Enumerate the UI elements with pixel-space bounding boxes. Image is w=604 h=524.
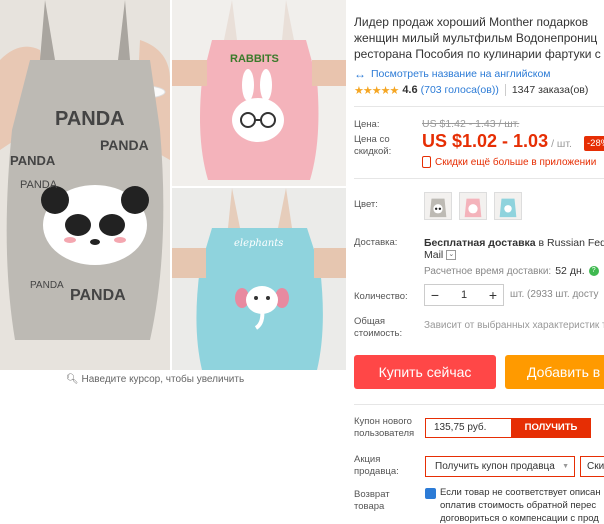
translate-title-link[interactable]: ↔ Посмотреть название на английском bbox=[354, 67, 551, 81]
elephant-swatch-icon bbox=[499, 198, 517, 218]
orders-count: 1347 заказа(ов) bbox=[511, 84, 589, 96]
quantity-input[interactable]: 1 bbox=[445, 289, 483, 301]
phone-icon bbox=[422, 156, 431, 168]
shipping-method-select[interactable]: Mail ⌄ bbox=[424, 249, 457, 261]
returns-label: Возврат товара bbox=[354, 489, 390, 512]
seller-coupon-text: Получить купон продавца bbox=[435, 461, 555, 472]
rating-stars-icon: ★★★★★ bbox=[354, 84, 399, 97]
color-swatch-elephant[interactable] bbox=[494, 192, 522, 220]
returns-text-line-1: Если товар не соответствует описан bbox=[440, 487, 601, 498]
product-title-line-2: женщин милый мультфильм Водонепрониц bbox=[354, 31, 598, 45]
color-swatch-rabbit[interactable] bbox=[459, 192, 487, 220]
zoom-hint: 🔍︎ Наведите курсор, чтобы увеличить bbox=[0, 374, 310, 385]
app-promo-link[interactable]: Скидки ещё больше в приложении bbox=[422, 156, 596, 168]
quantity-increase-button[interactable]: + bbox=[483, 285, 503, 305]
zoom-hint-text: Наведите курсор, чтобы увеличить bbox=[81, 374, 245, 385]
panda-swatch-icon bbox=[429, 198, 447, 218]
quantity-label: Количество: bbox=[354, 291, 408, 302]
translate-link-text: Посмотреть название на английском bbox=[371, 68, 551, 80]
quantity-available: шт. (2933 шт. досту bbox=[510, 289, 599, 300]
delivery-time: Расчетное время доставки: 52 дн. ? bbox=[424, 265, 599, 277]
price-label: Цена: bbox=[354, 119, 380, 130]
rating-value: 4.6 bbox=[402, 84, 418, 96]
app-promo-text: Скидки ещё больше в приложении bbox=[435, 156, 597, 168]
quantity-stepper: − 1 + bbox=[424, 284, 504, 306]
delivery-time-value: 52 дн. bbox=[555, 265, 585, 277]
total-price-note: Зависит от выбранных характеристик т bbox=[424, 320, 604, 331]
apron-text-elephants: elephants bbox=[234, 238, 283, 249]
seller-coupon-select[interactable]: Получить купон продавца ▼ bbox=[425, 456, 575, 477]
shipping-label: Доставка: bbox=[354, 237, 398, 248]
total-price-label: Общая стоимость: bbox=[354, 316, 403, 339]
free-shipping-text: Бесплатная доставка bbox=[424, 237, 536, 249]
translate-icon: ↔ bbox=[354, 67, 366, 81]
returns-text-line-3: договориться о компенсации с прод bbox=[440, 513, 599, 524]
shipping-to-text: в bbox=[538, 237, 545, 249]
discount-price: US $1.02 - 1.03/ шт. bbox=[422, 131, 572, 152]
seller-discount-select[interactable]: Ски bbox=[580, 456, 604, 477]
delivery-time-label: Расчетное время доставки: bbox=[424, 265, 552, 277]
returns-text: Если товар не соответствует описан оплат… bbox=[440, 486, 601, 524]
rabbit-apron-illustration: RABBITS bbox=[172, 0, 346, 186]
shipping-country[interactable]: Russian Feder bbox=[547, 237, 604, 249]
rabbit-apron-image[interactable]: RABBITS bbox=[172, 0, 346, 186]
rating-row: ★★★★★ 4.6 (703 голоса(ов)) 1347 заказа(о… bbox=[354, 82, 604, 98]
apron-text-panda-2: PANDA bbox=[100, 137, 149, 153]
discount-badge: -28% bbox=[584, 136, 604, 151]
panda-apron-illustration: PANDA PANDA PANDA PANDA PANDA PANDA bbox=[0, 0, 170, 370]
main-product-image[interactable]: PANDA PANDA PANDA PANDA PANDA PANDA bbox=[0, 0, 170, 370]
divider bbox=[354, 404, 604, 405]
product-info-panel: Лидер продаж хороший Monther подарков же… bbox=[354, 0, 604, 524]
get-coupon-button[interactable]: ПОЛУЧИТЬ bbox=[511, 418, 591, 438]
add-to-cart-button[interactable]: Добавить в bbox=[505, 355, 604, 389]
quantity-decrease-button[interactable]: − bbox=[425, 285, 445, 305]
product-title: Лидер продаж хороший Monther подарков же… bbox=[354, 14, 604, 62]
shipping-summary: Бесплатная доставка в Russian Feder bbox=[424, 236, 604, 250]
apron-text-panda-6: PANDA bbox=[30, 280, 64, 291]
shipping-method-text: Mail bbox=[424, 249, 444, 261]
rabbit-swatch-icon bbox=[464, 198, 482, 218]
chevron-down-icon: ▼ bbox=[562, 463, 569, 470]
product-gallery: PANDA PANDA PANDA PANDA PANDA PANDA RABB… bbox=[0, 0, 346, 392]
color-swatch-panda[interactable] bbox=[424, 192, 452, 220]
elephant-apron-image[interactable]: elephants bbox=[172, 188, 346, 370]
returns-text-line-2: оплатив стоимость обратной перес bbox=[440, 500, 597, 511]
product-title-line-3: ресторана Пособия по кулинарии фартуки с bbox=[354, 47, 601, 61]
elephant-apron-illustration: elephants bbox=[172, 188, 346, 370]
magnifier-icon: 🔍︎ bbox=[65, 374, 79, 385]
new-user-coupon-label: Купон нового пользователя bbox=[354, 416, 415, 439]
new-user-coupon-amount: 135,75 руб. bbox=[425, 418, 511, 438]
divider bbox=[354, 178, 604, 179]
apron-text-rabbits: RABBITS bbox=[230, 53, 279, 65]
info-icon[interactable]: ? bbox=[588, 266, 599, 276]
divider bbox=[354, 106, 604, 107]
buy-now-button[interactable]: Купить сейчас bbox=[354, 355, 496, 389]
seller-promo-label: Акция продавца: bbox=[354, 454, 399, 477]
apron-text-panda-4: PANDA bbox=[20, 179, 58, 191]
chevron-down-icon: ⌄ bbox=[446, 250, 457, 260]
rating-votes-link[interactable]: (703 голоса(ов)) bbox=[421, 84, 499, 96]
color-label: Цвет: bbox=[354, 199, 378, 210]
discount-price-value: US $1.02 - 1.03 bbox=[422, 131, 549, 151]
shield-icon bbox=[425, 488, 436, 499]
price-per-unit: / шт. bbox=[551, 138, 572, 150]
apron-text-panda-1: PANDA bbox=[55, 108, 125, 130]
apron-text-panda-3: PANDA bbox=[10, 153, 56, 168]
old-price: US $1.42 - 1.43 / шт. bbox=[422, 118, 520, 130]
apron-text-panda-5: PANDA bbox=[70, 287, 126, 304]
discount-price-label: Цена со скидкой: bbox=[354, 134, 392, 157]
rating-divider bbox=[504, 84, 506, 96]
product-title-line-1: Лидер продаж хороший Monther подарков bbox=[354, 15, 589, 29]
